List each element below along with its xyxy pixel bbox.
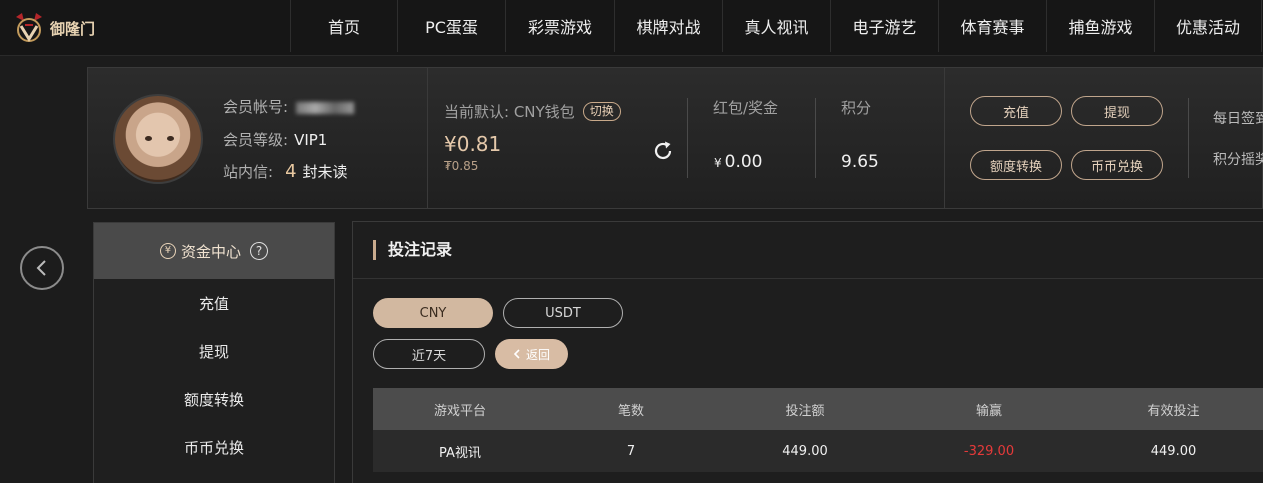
refresh-icon[interactable]	[651, 139, 675, 163]
tab-usdt[interactable]: USDT	[503, 298, 623, 328]
nav-item-lottery[interactable]: 彩票游戏	[505, 0, 614, 52]
menu-item-coin-exchange[interactable]: 币币兑换	[94, 423, 334, 471]
menu-item-transfer[interactable]: 额度转换	[94, 375, 334, 423]
divider	[427, 68, 428, 208]
bonus-label: 红包/奖金	[713, 99, 779, 117]
bonus-currency: ¥	[714, 156, 722, 170]
col-platform: 游戏平台	[373, 388, 547, 430]
col-win-loss: 输赢	[895, 388, 1083, 430]
period-filter[interactable]: 近7天	[373, 339, 485, 369]
chevron-left-icon	[513, 349, 520, 359]
transfer-button[interactable]: 额度转换	[970, 150, 1062, 180]
help-icon[interactable]: ?	[250, 242, 268, 260]
cell-count: 7	[547, 430, 715, 472]
account-label: 会员帐号:	[223, 98, 289, 116]
daily-signin-link[interactable]: 每日签到	[1213, 108, 1263, 128]
switch-wallet-button[interactable]: 切换	[582, 102, 621, 121]
main-nav: 首页 PC蛋蛋 彩票游戏 棋牌对战 真人视讯 电子游艺 体育赛事 捕鱼游戏 优惠…	[290, 0, 1262, 52]
inbox-row[interactable]: 站内信: 4 封未读	[223, 161, 348, 182]
bet-records-table: 游戏平台 笔数 投注额 输赢 有效投注 PA视讯 7 449.00 -329.0…	[373, 388, 1263, 472]
divider	[687, 98, 688, 178]
level-label: 会员等级:	[223, 131, 289, 149]
nav-item-slots[interactable]: 电子游艺	[830, 0, 938, 52]
inbox-label: 站内信:	[223, 163, 274, 181]
back-label: 返回	[525, 347, 550, 362]
nav-item-sports[interactable]: 体育赛事	[938, 0, 1046, 52]
divider	[944, 68, 945, 208]
table-header-row: 游戏平台 笔数 投注额 输赢 有效投注	[373, 388, 1263, 430]
bonus-value: ¥0.00	[714, 152, 763, 172]
withdraw-button[interactable]: 提现	[1071, 96, 1163, 126]
divider	[815, 98, 816, 178]
tab-cny[interactable]: CNY	[373, 298, 493, 328]
bet-records-panel: 投注记录 CNY USDT 近7天 返回 游戏平台 笔数 投注额 输赢 有效投注…	[352, 221, 1263, 483]
avatar-eye-right	[167, 136, 174, 141]
account-value-masked	[296, 101, 355, 114]
fund-center-header[interactable]: ¥ 资金中心 ?	[94, 223, 334, 279]
default-wallet: 当前默认: CNY钱包 切换	[444, 101, 621, 122]
points-lottery-link[interactable]: 积分摇奖	[1213, 149, 1263, 169]
points-label: 积分	[841, 99, 872, 117]
nav-item-live-casino[interactable]: 真人视讯	[722, 0, 830, 52]
avatar-eye-left	[145, 136, 152, 141]
nav-item-cards[interactable]: 棋牌对战	[614, 0, 722, 52]
wallet-balance: ¥0.81	[444, 132, 502, 156]
menu-item-deposit[interactable]: 充值	[94, 279, 334, 327]
nav-item-promotions[interactable]: 优惠活动	[1154, 0, 1262, 52]
page-title: 投注记录	[373, 240, 452, 260]
nav-item-fishing[interactable]: 捕鱼游戏	[1046, 0, 1154, 52]
back-button[interactable]: 返回	[495, 339, 568, 369]
level-row: 会员等级: VIP1	[223, 129, 327, 150]
cell-platform: PA视讯	[373, 430, 547, 472]
account-row: 会员帐号:	[223, 96, 355, 117]
nav-item-pc-egg[interactable]: PC蛋蛋	[397, 0, 505, 52]
prev-arrow-button[interactable]	[20, 246, 64, 290]
divider	[353, 278, 1263, 279]
fund-center-menu: ¥ 资金中心 ? 充值 提现 额度转换 币币兑换	[93, 222, 335, 483]
nav-item-home[interactable]: 首页	[290, 0, 397, 52]
bonus-amount: 0.00	[724, 152, 763, 172]
logo-text: 御隆门	[50, 19, 96, 38]
chevron-left-icon	[36, 260, 46, 276]
member-summary-panel: 会员帐号: 会员等级: VIP1 站内信: 4 封未读 当前默认: CNY钱包 切换 ¥…	[87, 67, 1263, 209]
col-valid-bet: 有效投注	[1083, 388, 1263, 430]
logo-emblem-icon	[12, 11, 46, 45]
wallet-balance-usdt: ₮0.85	[444, 159, 479, 173]
divider	[1188, 98, 1189, 178]
level-value: VIP1	[294, 131, 328, 149]
fund-center-title: 资金中心	[180, 242, 241, 261]
menu-item-withdraw[interactable]: 提现	[94, 327, 334, 375]
col-count: 笔数	[547, 388, 715, 430]
inbox-count: 4	[285, 161, 297, 182]
col-bet-amount: 投注额	[715, 388, 895, 430]
deposit-button[interactable]: 充值	[970, 96, 1062, 126]
inbox-unit: 封未读	[302, 163, 348, 181]
cell-win-loss: -329.00	[895, 430, 1083, 472]
site-logo[interactable]: 御隆门	[12, 8, 112, 48]
default-wallet-label: 当前默认: CNY钱包	[444, 103, 575, 121]
top-navbar: 御隆门 首页 PC蛋蛋 彩票游戏 棋牌对战 真人视讯 电子游艺 体育赛事 捕鱼游…	[0, 0, 1263, 56]
yen-icon: ¥	[159, 243, 176, 259]
cell-bet-amount: 449.00	[715, 430, 895, 472]
points-value: 9.65	[841, 152, 879, 172]
table-row: PA视讯 7 449.00 -329.00 449.00	[373, 430, 1263, 472]
coin-exchange-button[interactable]: 币币兑换	[1071, 150, 1163, 180]
avatar[interactable]	[113, 94, 203, 184]
cell-valid-bet: 449.00	[1083, 430, 1263, 472]
